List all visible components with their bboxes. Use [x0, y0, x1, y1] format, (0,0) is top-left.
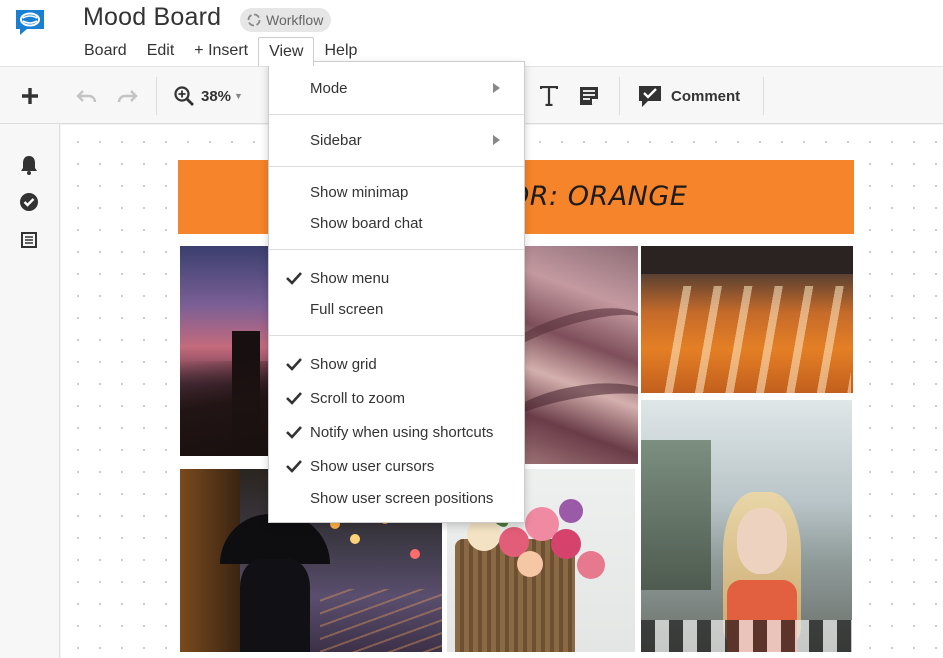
- board-title[interactable]: Mood Board: [83, 3, 221, 32]
- menu-item-show-board-chat[interactable]: Show board chat: [269, 208, 524, 238]
- text-tool-button[interactable]: [536, 67, 562, 125]
- checkmark-icon: [286, 426, 302, 439]
- left-sidebar: [0, 124, 60, 658]
- redo-icon: [117, 90, 138, 103]
- menu-item-show-user-screen-positions[interactable]: Show user screen positions: [269, 483, 524, 513]
- bell-icon: [21, 156, 37, 175]
- menu-edit[interactable]: Edit: [137, 37, 185, 65]
- checkmark-icon: [286, 460, 302, 473]
- checkmark-icon: [286, 392, 302, 405]
- photo-girl-headphones[interactable]: [641, 400, 852, 652]
- text-icon: [540, 86, 558, 106]
- workflow-badge[interactable]: Workflow: [240, 8, 332, 32]
- redo-button[interactable]: [112, 67, 142, 125]
- zoom-value: 38%: [201, 87, 232, 105]
- chevron-down-icon: ▼: [234, 91, 243, 101]
- menu-divider: [269, 166, 524, 167]
- outline-button[interactable]: [18, 229, 40, 251]
- banner-text: OR: ORANGE: [508, 181, 688, 212]
- list-icon: [21, 232, 37, 248]
- add-button[interactable]: [14, 67, 46, 125]
- menu-item-mode[interactable]: Mode: [269, 73, 524, 103]
- toolbar-divider: [156, 77, 157, 115]
- app-header: Mood Board Workflow Board Edit + Insert …: [0, 0, 943, 66]
- menu-divider: [269, 249, 524, 250]
- zoom-control[interactable]: 38% ▼: [173, 67, 258, 125]
- view-menu-dropdown: Mode Sidebar Show minimap Show board cha…: [268, 61, 525, 523]
- photo-sunset-pier[interactable]: [180, 246, 268, 456]
- comment-icon: [639, 86, 661, 107]
- menu-item-sidebar[interactable]: Sidebar: [269, 125, 524, 155]
- submenu-arrow-icon: [493, 135, 500, 145]
- menu-divider: [269, 114, 524, 115]
- menu-item-full-screen[interactable]: Full screen: [269, 294, 524, 324]
- menu-item-show-user-cursors[interactable]: Show user cursors: [269, 451, 524, 481]
- menu-item-show-grid[interactable]: Show grid: [269, 349, 524, 379]
- comment-label: Comment: [671, 87, 741, 105]
- toolbar-divider: [619, 77, 620, 115]
- note-tool-button[interactable]: [575, 67, 603, 125]
- app-logo-icon[interactable]: [13, 7, 47, 37]
- undo-icon: [76, 90, 97, 103]
- menu-item-show-minimap[interactable]: Show minimap: [269, 177, 524, 207]
- undo-button[interactable]: [72, 67, 102, 125]
- comment-button[interactable]: Comment: [637, 67, 749, 125]
- submenu-arrow-icon: [493, 83, 500, 93]
- menu-board[interactable]: Board: [74, 37, 137, 65]
- menu-item-notify-shortcuts[interactable]: Notify when using shortcuts: [269, 417, 524, 447]
- workflow-label: Workflow: [266, 12, 324, 28]
- checkmark-icon: [286, 272, 302, 285]
- notifications-button[interactable]: [18, 154, 40, 176]
- menu-insert[interactable]: + Insert: [184, 37, 258, 65]
- menu-item-scroll-to-zoom[interactable]: Scroll to zoom: [269, 383, 524, 413]
- menu-view[interactable]: View: [258, 37, 315, 66]
- check-circle-icon: [20, 193, 38, 211]
- menu-divider: [269, 335, 524, 336]
- toolbar-divider: [763, 77, 764, 115]
- tasks-button[interactable]: [18, 191, 40, 213]
- checkmark-icon: [286, 358, 302, 371]
- photo-canyon[interactable]: [519, 246, 638, 464]
- plus-icon: [22, 88, 38, 104]
- zoom-icon: [174, 86, 194, 106]
- workflow-icon: [247, 13, 261, 27]
- note-icon: [580, 87, 598, 105]
- photo-orange-floor[interactable]: [641, 246, 853, 393]
- menu-item-show-menu[interactable]: Show menu: [269, 263, 524, 293]
